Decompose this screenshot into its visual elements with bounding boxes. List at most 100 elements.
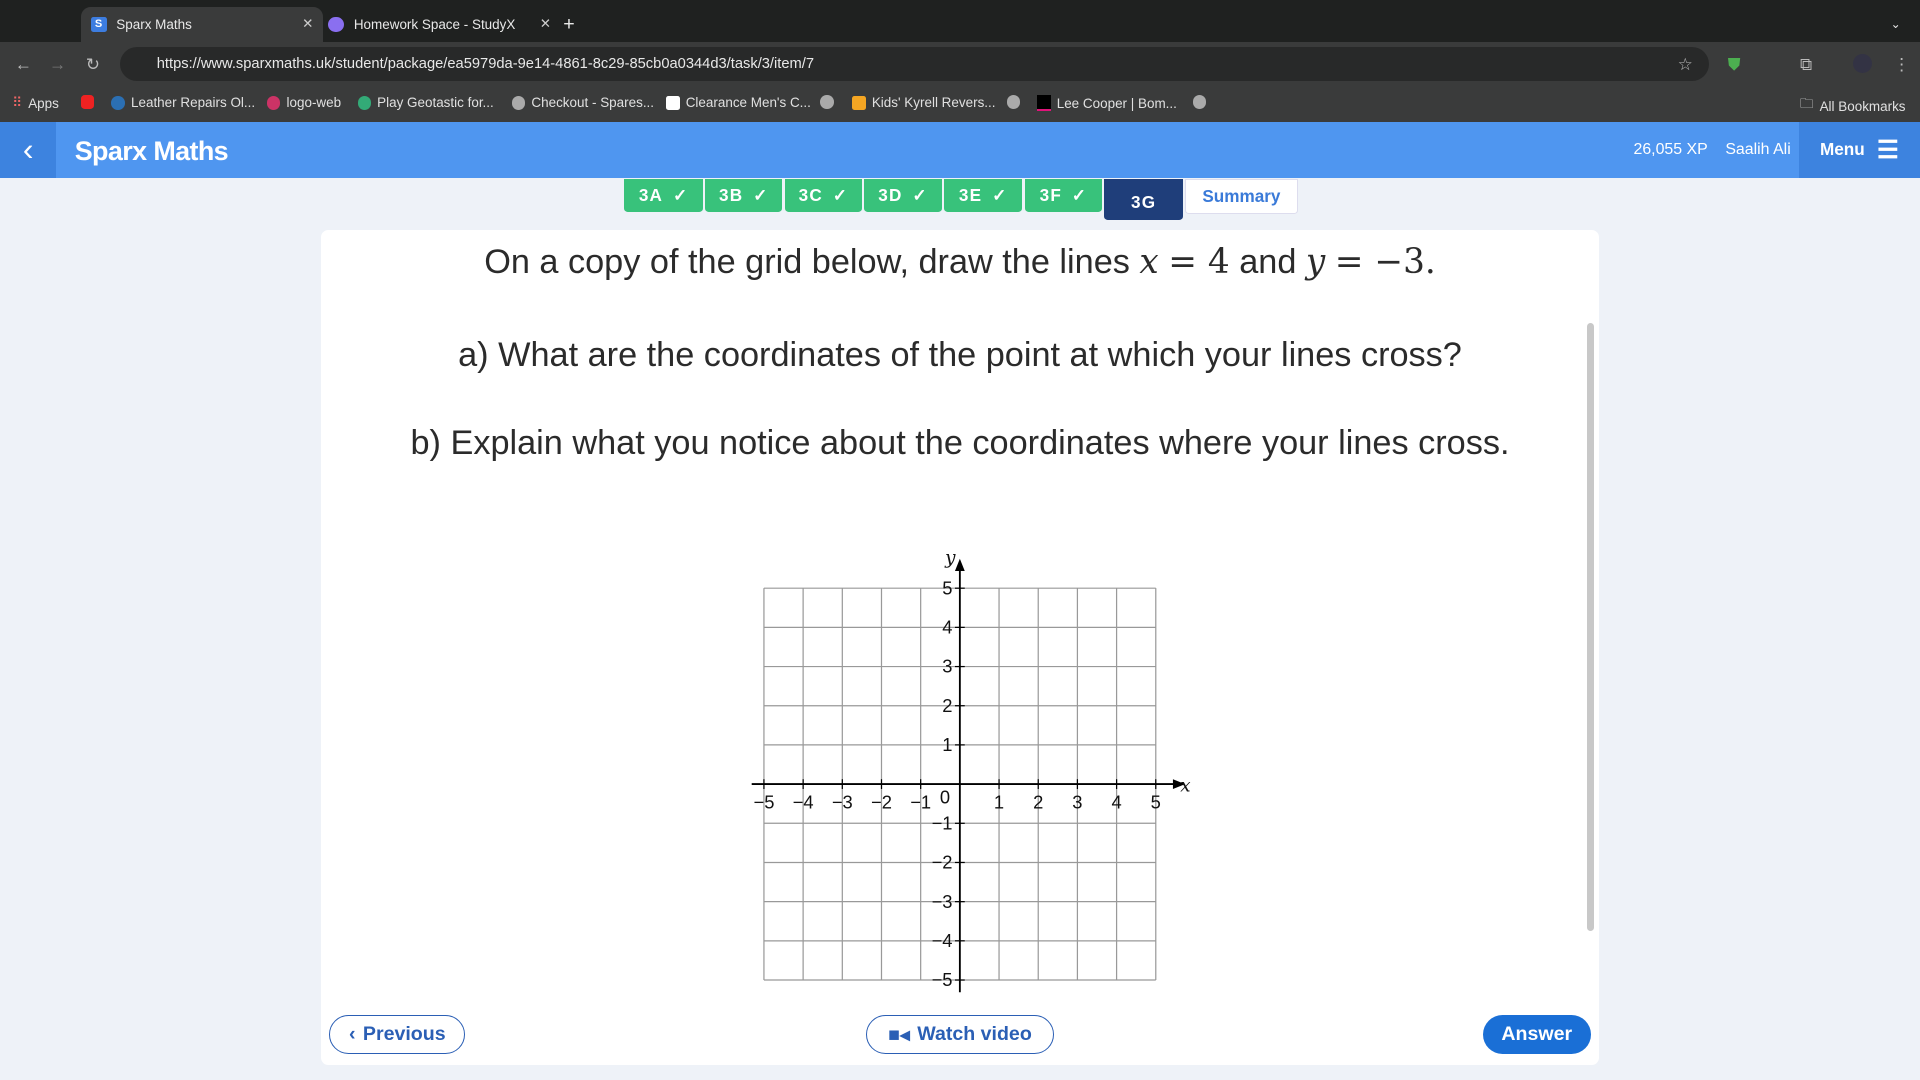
shield-extension-icon[interactable]: ⛊ bbox=[1728, 54, 1741, 75]
shop-icon bbox=[852, 96, 866, 110]
user-name[interactable]: Saalih Ali bbox=[1725, 141, 1790, 159]
bookmark-kids[interactable]: Kids' Kyrell Revers... bbox=[852, 95, 996, 110]
bookmark-star-icon[interactable]: ☆ bbox=[1678, 54, 1693, 75]
check-icon: ✓ bbox=[912, 184, 928, 205]
xp-counter: 26,055 XP bbox=[1633, 140, 1708, 158]
tab-3f[interactable]: 3F ✓ bbox=[1024, 178, 1103, 212]
back-chevron-icon[interactable]: ‹ bbox=[0, 122, 57, 178]
x-tick-label: 0 bbox=[940, 786, 950, 807]
sparx-favicon-icon: S bbox=[90, 16, 107, 33]
close-tab-icon[interactable]: ✕ bbox=[302, 16, 313, 32]
bookmark-logo-web[interactable]: logo-web bbox=[266, 95, 341, 110]
coordinate-grid: −5 −4 −3 −2 −1 0 1 2 3 4 5−5−4−3−2−112345xy bbox=[751, 549, 1191, 992]
tab-3g[interactable]: 3G bbox=[1104, 178, 1183, 221]
check-icon: ✓ bbox=[672, 184, 689, 205]
question-card: On a copy of the grid below, draw the li… bbox=[320, 230, 1600, 1066]
close-tab-icon[interactable]: ✕ bbox=[540, 16, 551, 32]
bookmark-checkout[interactable]: Checkout - Spares... bbox=[511, 95, 654, 110]
check-icon: ✓ bbox=[832, 184, 849, 205]
y-tick-label: 3 bbox=[942, 655, 952, 676]
check-icon: ✓ bbox=[992, 184, 1008, 205]
url-text: https://www.sparxmaths.uk/student/packag… bbox=[156, 55, 815, 72]
studyx-favicon-icon bbox=[328, 16, 345, 33]
app-header: ‹ Sparx Maths 26,055 XP Saalih Ali Menu ☰ bbox=[0, 122, 1920, 178]
y-tick-label: −2 bbox=[932, 851, 953, 872]
tab-3c[interactable]: 3C ✓ bbox=[784, 178, 863, 212]
new-tab-button[interactable]: + bbox=[563, 7, 574, 41]
tab-3b[interactable]: 3B ✓ bbox=[705, 178, 783, 212]
globe-icon bbox=[1192, 95, 1207, 109]
bookmark-globe[interactable] bbox=[820, 95, 834, 109]
bookmarks-bar: ⠿ Apps Leather Repairs Ol... logo-web Pla… bbox=[0, 85, 1920, 123]
tab-title: Homework Space - StudyX bbox=[353, 16, 516, 32]
all-bookmarks[interactable]: 🗀 All Bookmarks bbox=[1800, 95, 1906, 117]
bookmark-youtube[interactable] bbox=[80, 95, 95, 109]
more-icon[interactable]: ⋮ bbox=[1893, 54, 1910, 75]
y-tick-label: 1 bbox=[942, 734, 952, 755]
app-title: Sparx Maths bbox=[74, 135, 229, 166]
tab-sparx-maths[interactable]: S Sparx Maths ✕ bbox=[80, 7, 324, 42]
globe-icon bbox=[511, 96, 526, 110]
wordpress-icon bbox=[111, 96, 125, 110]
x-axis-label: x bbox=[1180, 775, 1191, 796]
x-tick-label: 1 bbox=[994, 791, 1004, 812]
folder-icon: 🗀 bbox=[1800, 96, 1814, 112]
bookmark-clearance[interactable]: Clearance Men's C... bbox=[666, 95, 811, 110]
x-tick-label: 2 bbox=[1033, 791, 1043, 812]
globe-icon bbox=[357, 96, 372, 110]
x-tick-label: −4 bbox=[793, 791, 814, 812]
y-axis-arrow bbox=[955, 558, 965, 571]
check-icon: ✓ bbox=[753, 184, 769, 205]
bookmark-apps[interactable]: ⠿ Apps bbox=[12, 95, 59, 111]
bookmark-geotastic[interactable]: Play Geotastic for... bbox=[357, 95, 494, 110]
y-tick-label: 2 bbox=[942, 694, 952, 715]
question-part-a: a) What are the coordinates of the point… bbox=[458, 335, 1462, 374]
bookmark-globe[interactable] bbox=[1006, 95, 1020, 109]
x-tick-label: −1 bbox=[910, 791, 931, 812]
logo-icon bbox=[266, 96, 281, 110]
browser-toolbar: ← → ↻ https://www.sparxmaths.uk/student/… bbox=[0, 41, 1920, 86]
video-camera-icon: ■◂ bbox=[888, 1023, 910, 1046]
x-tick-label: −3 bbox=[832, 791, 853, 812]
tab-3a[interactable]: 3A ✓ bbox=[624, 178, 703, 212]
y-axis-label: y bbox=[944, 549, 956, 569]
x-tick-label: 3 bbox=[1072, 791, 1082, 812]
menu-button[interactable]: Menu ☰ bbox=[1798, 122, 1920, 178]
profile-avatar[interactable] bbox=[1852, 53, 1873, 74]
check-icon: ✓ bbox=[1071, 184, 1088, 205]
forward-icon[interactable]: → bbox=[49, 54, 66, 75]
y-tick-label: −5 bbox=[932, 969, 953, 990]
x-tick-label: −2 bbox=[871, 791, 892, 812]
bookmark-leather[interactable]: Leather Repairs Ol... bbox=[111, 95, 255, 110]
youtube-icon bbox=[80, 95, 95, 109]
browser-tab-bar: S Sparx Maths ✕ Homework Space - StudyX … bbox=[0, 0, 1920, 42]
x-tick-label: 5 bbox=[1151, 791, 1161, 812]
y-tick-label: 4 bbox=[942, 616, 952, 637]
extensions-icon[interactable]: ⧉ bbox=[1800, 54, 1812, 75]
tab-search-icon[interactable]: ⌄ bbox=[1891, 7, 1901, 41]
tab-3d[interactable]: 3D ✓ bbox=[864, 178, 942, 212]
back-icon[interactable]: ← bbox=[15, 54, 32, 75]
y-tick-label: −1 bbox=[932, 812, 953, 833]
y-tick-label: −3 bbox=[932, 890, 953, 911]
lee-cooper-icon bbox=[1037, 95, 1051, 111]
x-tick-label: −5 bbox=[754, 791, 775, 812]
y-tick-label: −4 bbox=[932, 930, 953, 951]
bookmark-lee-cooper[interactable]: Lee Cooper | Bom... bbox=[1037, 95, 1177, 111]
address-bar[interactable]: https://www.sparxmaths.uk/student/packag… bbox=[120, 46, 1710, 81]
watch-video-button[interactable]: ■◂ Watch video bbox=[865, 1015, 1055, 1055]
tab-summary[interactable]: Summary bbox=[1185, 178, 1298, 214]
reload-icon[interactable]: ↻ bbox=[86, 54, 100, 75]
answer-button[interactable]: Answer bbox=[1482, 1015, 1591, 1055]
tab-studyx[interactable]: Homework Space - StudyX ✕ bbox=[321, 7, 561, 41]
scrollbar[interactable] bbox=[1586, 323, 1595, 931]
question-intro: On a copy of the grid below, draw the li… bbox=[484, 242, 1436, 283]
previous-button[interactable]: ‹ Previous bbox=[329, 1015, 466, 1055]
x-tick-label: 4 bbox=[1112, 791, 1122, 812]
tab-title: Sparx Maths bbox=[116, 16, 192, 32]
tab-3e[interactable]: 3E ✓ bbox=[944, 178, 1023, 212]
hamburger-icon: ☰ bbox=[1876, 136, 1899, 164]
bookmark-globe[interactable] bbox=[1192, 95, 1207, 109]
s-icon bbox=[666, 96, 680, 110]
globe-icon bbox=[820, 95, 834, 109]
